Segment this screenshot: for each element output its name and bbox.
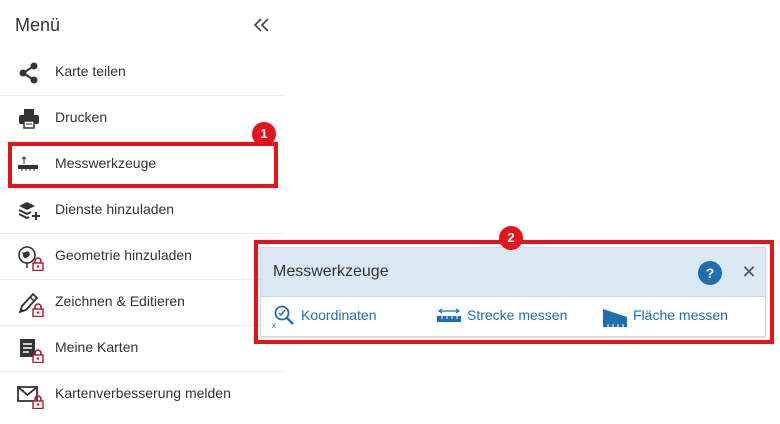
share-icon: [16, 60, 42, 86]
menu-list: Karte teilen Drucken Messwerkzeuge Diens…: [0, 50, 285, 417]
menu-item-label: Geometrie hinzuladen: [55, 247, 192, 263]
callout-badge-1: 1: [252, 122, 276, 146]
side-menu: Menü Karte teilen Drucken Messwerkzeuge …: [0, 0, 285, 424]
menu-item-label: Dienste hinzuladen: [55, 201, 175, 217]
callout-badge-2: 2: [499, 226, 523, 250]
lock-icon: [32, 257, 44, 276]
highlight-box-1: [8, 142, 278, 188]
menu-item-label: Karte teilen: [55, 63, 126, 79]
menu-item-add-geometry[interactable]: Geometrie hinzuladen: [0, 234, 285, 280]
collapse-menu-button[interactable]: [251, 12, 273, 38]
menu-header: Menü: [0, 0, 285, 50]
double-chevron-left-icon: [253, 18, 269, 32]
lock-icon: [32, 395, 44, 414]
menu-item-report-map-improvement[interactable]: Kartenverbesserung melden: [0, 372, 285, 417]
layers-add-icon: [16, 198, 42, 224]
highlight-box-2: [254, 240, 774, 344]
menu-item-label: Meine Karten: [55, 339, 139, 355]
menu-item-add-services[interactable]: Dienste hinzuladen: [0, 188, 285, 234]
menu-title: Menü: [15, 15, 61, 35]
menu-item-draw-edit[interactable]: Zeichnen & Editieren: [0, 280, 285, 326]
menu-item-print[interactable]: Drucken: [0, 96, 285, 142]
lock-icon: [32, 349, 44, 368]
menu-item-label: Zeichnen & Editieren: [55, 293, 185, 309]
lock-icon: [32, 303, 44, 322]
printer-icon: [16, 106, 42, 132]
menu-item-my-maps[interactable]: Meine Karten: [0, 326, 285, 372]
menu-item-share-map[interactable]: Karte teilen: [0, 50, 285, 96]
menu-item-label: Drucken: [55, 109, 108, 125]
menu-item-label: Kartenverbesserung melden: [55, 385, 231, 401]
